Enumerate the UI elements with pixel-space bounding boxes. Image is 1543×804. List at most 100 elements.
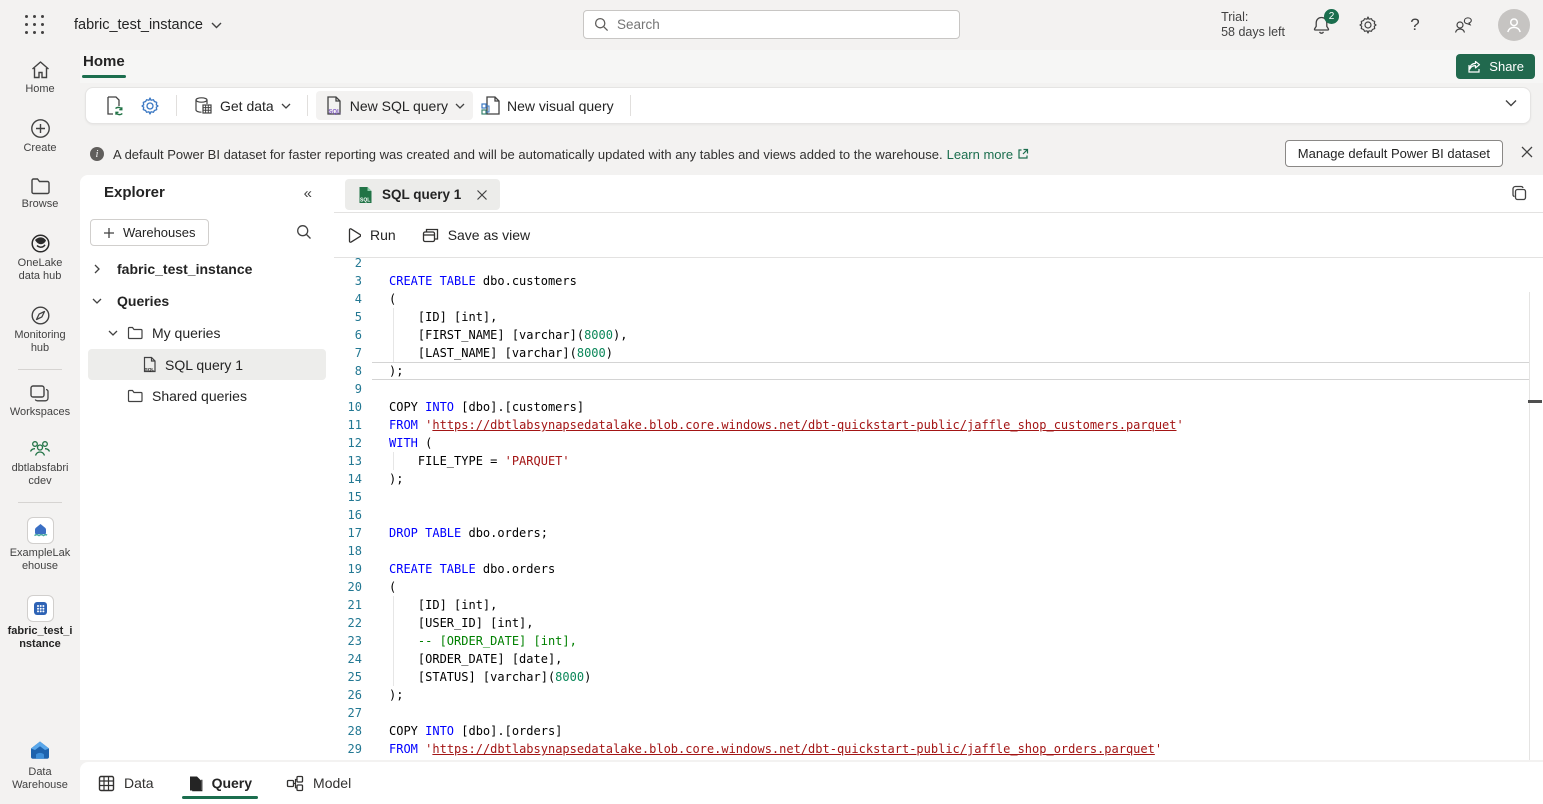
lakehouse-icon xyxy=(27,517,54,544)
share-button[interactable]: Share xyxy=(1456,54,1535,79)
ribbon-separator xyxy=(176,95,177,116)
code-line[interactable]: 5 [ID] [int], xyxy=(334,308,1543,326)
new-sql-query-button[interactable]: SQL New SQL query xyxy=(316,91,473,120)
collapse-ribbon-button[interactable] xyxy=(1505,99,1517,107)
account-avatar[interactable] xyxy=(1498,9,1530,41)
tree-item-warehouse[interactable]: fabric_test_instance xyxy=(80,253,334,285)
line-number: 25 xyxy=(334,670,362,684)
learn-more-link[interactable]: Learn more xyxy=(947,147,1029,162)
code-line[interactable]: 24 [ORDER_DATE] [date], xyxy=(334,650,1543,668)
code-line[interactable]: 13 FILE_TYPE = 'PARQUET' xyxy=(334,452,1543,470)
sql-file-icon: SQL xyxy=(357,186,373,204)
code-line[interactable]: 4( xyxy=(334,290,1543,308)
chevron-down-icon[interactable] xyxy=(108,330,118,336)
tree-item-shared-queries[interactable]: Shared queries xyxy=(80,380,334,412)
dismiss-banner-button[interactable] xyxy=(1520,145,1534,159)
new-visual-query-button[interactable]: New visual query xyxy=(473,91,622,120)
code-line[interactable]: 25 [STATUS] [varchar](8000) xyxy=(334,668,1543,686)
close-tab-button[interactable] xyxy=(476,189,488,201)
view-tab-query[interactable]: Query xyxy=(188,762,252,804)
get-data-button[interactable]: Get data xyxy=(185,92,299,120)
code-line[interactable]: 2 xyxy=(334,254,1543,272)
code-line[interactable]: 20( xyxy=(334,578,1543,596)
data-warehouse-icon xyxy=(27,737,53,763)
sidebar-item-browse[interactable]: Browse xyxy=(4,171,76,217)
tab-home[interactable]: Home xyxy=(82,53,126,70)
search-input[interactable] xyxy=(617,17,917,32)
view-tab-data[interactable]: Data xyxy=(98,762,154,804)
line-number: 2 xyxy=(334,256,362,270)
page-tab-row: Home Share xyxy=(80,50,1543,83)
line-number: 15 xyxy=(334,490,362,504)
code-line[interactable]: 12WITH ( xyxy=(334,434,1543,452)
sidebar-item-data-warehouse[interactable]: DataWarehouse xyxy=(4,731,76,798)
editor-scroll-marker[interactable] xyxy=(1528,400,1542,403)
share-icon xyxy=(1467,60,1482,74)
indent-guide xyxy=(393,452,394,470)
manage-default-dataset-button[interactable]: Manage default Power BI dataset xyxy=(1285,140,1503,167)
close-icon xyxy=(1520,145,1534,159)
data-grid-icon xyxy=(98,775,115,792)
refresh-dataset-button[interactable] xyxy=(96,91,132,120)
code-line[interactable]: 9 xyxy=(334,380,1543,398)
code-line[interactable]: 10COPY INTO [dbo].[customers] xyxy=(334,398,1543,416)
feedback-button[interactable] xyxy=(1451,14,1473,36)
code-line[interactable]: 15 xyxy=(334,488,1543,506)
ribbon-separator xyxy=(307,95,308,116)
document-refresh-icon xyxy=(104,95,124,116)
line-number: 24 xyxy=(334,652,362,666)
code-line[interactable]: 27 xyxy=(334,704,1543,722)
explorer-search-button[interactable] xyxy=(296,224,312,240)
code-line[interactable]: 21 [ID] [int], xyxy=(334,596,1543,614)
code-line[interactable]: 19CREATE TABLE dbo.orders xyxy=(334,560,1543,578)
sidebar-item-dbtlabsfabricdev[interactable]: dbtlabsfabricdev xyxy=(4,433,76,494)
sidebar-item-create[interactable]: Create xyxy=(4,112,76,161)
code-line[interactable]: 26); xyxy=(334,686,1543,704)
sidebar-item-examplelakehouse[interactable]: ExampleLakehouse xyxy=(4,511,76,579)
code-line[interactable]: 16 xyxy=(334,506,1543,524)
code-line[interactable]: 22 [USER_ID] [int], xyxy=(334,614,1543,632)
tab-sql-query-1[interactable]: SQL SQL query 1 xyxy=(345,179,500,210)
code-line[interactable]: 6 [FIRST_NAME] [varchar](8000), xyxy=(334,326,1543,344)
view-tab-model[interactable]: Model xyxy=(286,762,351,804)
code-line[interactable]: 14); xyxy=(334,470,1543,488)
sidebar-item-fabric-test-instance[interactable]: fabric_test_instance xyxy=(4,589,76,657)
sidebar-item-workspaces[interactable]: Workspaces xyxy=(4,378,76,425)
line-number: 3 xyxy=(334,274,362,288)
editor-scrollbar-track[interactable] xyxy=(1529,292,1530,760)
code-line[interactable]: 28COPY INTO [dbo].[orders] xyxy=(334,722,1543,740)
collapse-explorer-button[interactable]: « xyxy=(304,185,312,202)
code-line[interactable]: 29FROM 'https://dbtlabsynapsedatalake.bl… xyxy=(334,740,1543,758)
tree-item-my-queries[interactable]: My queries xyxy=(80,317,334,349)
run-button[interactable]: Run xyxy=(348,227,396,243)
code-line[interactable]: 8); xyxy=(334,362,1543,380)
sidebar-item-onelake-data-hub[interactable]: OneLakedata hub xyxy=(4,227,76,289)
code-line[interactable]: 18 xyxy=(334,542,1543,560)
save-as-view-button[interactable]: Save as view xyxy=(422,227,530,243)
chevron-right-icon[interactable] xyxy=(92,264,102,274)
code-line[interactable]: 23 -- [ORDER_DATE] [int], xyxy=(334,632,1543,650)
tree-item-sql-query-1[interactable]: SQL SQL query 1 xyxy=(88,349,326,380)
code-line[interactable]: 11FROM 'https://dbtlabsynapsedatalake.bl… xyxy=(334,416,1543,434)
help-button[interactable]: ? xyxy=(1404,14,1426,36)
main-panel: Explorer « Warehouses fabric_test_instan… xyxy=(80,175,1543,760)
sql-editor[interactable]: 2 3CREATE TABLE dbo.customers4(5 [ID] [in… xyxy=(334,254,1543,760)
tree-item-queries[interactable]: Queries xyxy=(80,285,334,317)
settings-button[interactable] xyxy=(1357,14,1379,36)
sidebar-item-home[interactable]: Home xyxy=(4,54,76,102)
sidebar-item-monitoring-hub[interactable]: Monitoringhub xyxy=(4,299,76,361)
code-line[interactable]: 3CREATE TABLE dbo.customers xyxy=(334,272,1543,290)
copy-button[interactable] xyxy=(1511,185,1528,202)
global-search[interactable] xyxy=(583,10,960,39)
app-launcher-icon[interactable] xyxy=(21,11,49,39)
chevron-down-icon[interactable] xyxy=(92,298,102,304)
notifications-button[interactable]: 2 xyxy=(1310,14,1332,36)
warehouse-settings-button[interactable] xyxy=(132,92,168,120)
code-line[interactable]: 17DROP TABLE dbo.orders; xyxy=(334,524,1543,542)
workspace-switcher[interactable]: fabric_test_instance xyxy=(74,17,222,33)
line-number: 17 xyxy=(334,526,362,540)
svg-text:SQL: SQL xyxy=(328,110,341,116)
play-icon xyxy=(348,228,361,243)
code-line[interactable]: 7 [LAST_NAME] [varchar](8000) xyxy=(334,344,1543,362)
add-warehouses-button[interactable]: Warehouses xyxy=(90,219,209,246)
